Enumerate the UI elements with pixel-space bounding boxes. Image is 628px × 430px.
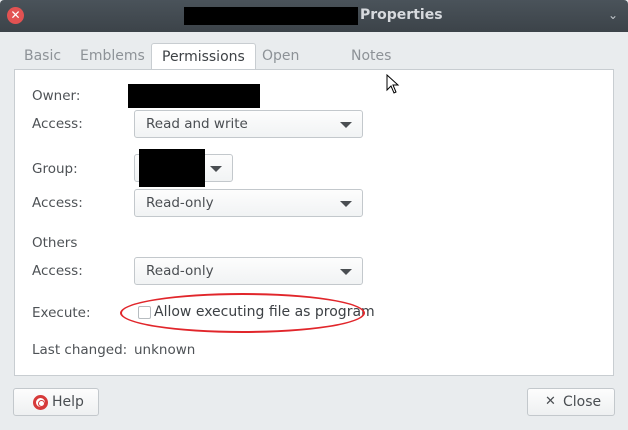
group-access-value: Read-only: [146, 195, 214, 211]
last-changed-label: Last changed:: [32, 342, 128, 358]
redacted-owner: [128, 84, 260, 108]
others-access-select[interactable]: Read-only: [134, 257, 363, 285]
tab-open-with[interactable]: Open With: [252, 43, 309, 90]
last-changed-value: unknown: [134, 342, 196, 358]
group-access-label: Access:: [32, 195, 83, 211]
help-icon: [33, 395, 48, 410]
dropdown-arrow-icon: [210, 166, 222, 172]
others-access-label: Access:: [32, 263, 83, 279]
close-icon: ✕: [545, 394, 556, 409]
tab-permissions[interactable]: Permissions: [151, 43, 256, 71]
chevron-down-icon[interactable]: ⌄: [608, 8, 618, 22]
execute-label: Execute:: [32, 305, 91, 321]
tab-emblems[interactable]: Emblems: [70, 43, 155, 70]
tab-notes[interactable]: Notes: [341, 43, 401, 70]
others-access-value: Read-only: [146, 263, 214, 279]
group-label: Group:: [32, 161, 78, 177]
dropdown-arrow-icon: [340, 201, 352, 207]
close-button[interactable]: ✕ Close: [527, 388, 615, 416]
annotation-circle: [120, 293, 365, 333]
mouse-cursor-icon: [386, 74, 400, 94]
close-button-label: Close: [563, 394, 602, 410]
group-access-select[interactable]: Read-only: [134, 189, 363, 217]
tab-basic[interactable]: Basic: [14, 43, 71, 70]
help-button[interactable]: Help: [13, 388, 99, 416]
owner-label: Owner:: [32, 88, 81, 104]
owner-access-select[interactable]: Read and write: [134, 110, 363, 138]
redacted-filename: [184, 7, 358, 25]
owner-access-value: Read and write: [146, 116, 248, 132]
dropdown-arrow-icon: [340, 122, 352, 128]
owner-access-label: Access:: [32, 116, 83, 132]
close-icon[interactable]: ✕: [7, 7, 24, 24]
dropdown-arrow-icon: [340, 269, 352, 275]
others-label: Others: [32, 235, 78, 251]
help-button-label: Help: [52, 394, 84, 410]
redacted-group: [139, 149, 205, 187]
title-bar: ✕ Properties ⌄: [0, 0, 628, 32]
window-title: Properties: [360, 7, 443, 23]
